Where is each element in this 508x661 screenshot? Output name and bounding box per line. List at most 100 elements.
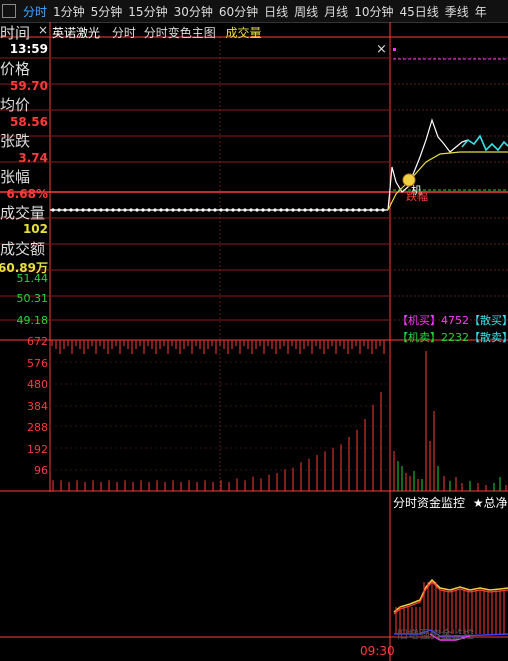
tab-0[interactable]: 分时 <box>20 3 50 20</box>
tab-8[interactable]: 月线 <box>321 3 351 20</box>
price-point <box>285 208 289 212</box>
tab-3[interactable]: 15分钟 <box>125 3 170 20</box>
variant-label[interactable]: 分时变色主图 <box>144 26 216 40</box>
price-line-cyan <box>461 134 508 152</box>
tab-5[interactable]: 60分钟 <box>216 3 261 20</box>
price-point <box>165 208 169 212</box>
price-point <box>63 208 67 212</box>
marker-square <box>393 48 396 51</box>
volume-label: 成交量 <box>0 204 46 222</box>
volume-value: 102 <box>22 222 48 236</box>
price-point <box>243 208 247 212</box>
tab-4[interactable]: 30分钟 <box>171 3 216 20</box>
price-axis-tick: 51.44 <box>16 272 49 285</box>
price-point <box>111 208 115 212</box>
fund-line-yellow <box>393 578 508 613</box>
price-lines <box>50 48 508 212</box>
price-point <box>345 208 349 212</box>
price-point <box>207 208 211 212</box>
tab-10[interactable]: 45日线 <box>396 3 441 20</box>
fund-monitor-title: 分时资金监控 ★总净: <box>393 494 508 511</box>
buy-line: 【机买】4752【散买】 <box>397 312 508 328</box>
tab-12[interactable]: 年 <box>472 3 490 20</box>
amount-label: 成交额 <box>0 240 46 258</box>
tab-1[interactable]: 1分钟 <box>50 3 88 20</box>
price-point <box>219 208 223 212</box>
tab-2[interactable]: 5分钟 <box>88 3 126 20</box>
inst-sell: 【机卖】2232 <box>397 331 469 344</box>
price-point <box>123 208 127 212</box>
tab-11[interactable]: 季线 <box>442 3 472 20</box>
change-label: 张跌 <box>0 132 31 150</box>
price-point <box>369 208 373 212</box>
mode-label[interactable]: 分时 <box>112 26 136 40</box>
tab-7[interactable]: 周线 <box>291 3 321 20</box>
net-total-label: ★总净: <box>472 496 508 510</box>
time-value: 13:59 <box>9 42 48 56</box>
price-point <box>213 208 217 212</box>
price-point <box>57 208 61 212</box>
price-point <box>363 208 367 212</box>
bottom-watermark: 旧增强资金监控 <box>397 628 474 641</box>
volume-bars <box>51 340 507 491</box>
time-label: 时间 <box>0 24 31 42</box>
price-point <box>315 208 319 212</box>
price-point <box>297 208 301 212</box>
price-point <box>69 208 73 212</box>
price-point <box>183 208 187 212</box>
price-point <box>333 208 337 212</box>
price-point <box>357 208 361 212</box>
price-point <box>261 208 265 212</box>
fund-monitor-label: 分时资金监控 <box>393 496 466 510</box>
price-value: 59.70 <box>10 79 48 93</box>
price-point <box>255 208 259 212</box>
price-point <box>201 208 205 212</box>
price-point <box>237 208 241 212</box>
time-axis-label: 09:30 <box>360 644 395 658</box>
stock-name: 英诺激光 <box>52 26 101 40</box>
volume-axis-tick: 96 <box>34 464 48 477</box>
price-point <box>375 208 379 212</box>
price-point <box>327 208 331 212</box>
price-point <box>99 208 103 212</box>
close-icon[interactable]: × <box>38 23 48 37</box>
price-point <box>351 208 355 212</box>
retail-buy: 【散买】 <box>469 314 508 327</box>
menu-square-icon[interactable] <box>2 4 16 18</box>
price-point <box>159 208 163 212</box>
marker-text-2: 跌幅 <box>406 190 428 203</box>
period-tab-bar: 分时 1分钟 5分钟 15分钟 30分钟 60分钟 日线 周线 月线 10分钟 45日线 季线年 <box>0 0 508 23</box>
price-point <box>279 208 283 212</box>
price-point <box>309 208 313 212</box>
price-point <box>195 208 199 212</box>
price-point <box>321 208 325 212</box>
volume-indicator-label[interactable]: 成交量 <box>226 26 262 40</box>
change-value: 3.74 <box>18 151 48 165</box>
price-point <box>135 208 139 212</box>
close-icon[interactable]: × <box>376 42 387 57</box>
pct-label: 张幅 <box>0 168 31 186</box>
chart-title: 英诺激光 分时 分时变色主图 成交量 <box>52 24 262 41</box>
avg-label: 均价 <box>0 96 31 114</box>
tab-6[interactable]: 日线 <box>261 3 291 20</box>
fund-line-red <box>393 581 508 615</box>
period-tabs: 分时 1分钟 5分钟 15分钟 30分钟 60分钟 日线 周线 月线 10分钟 45日线 季线年 <box>20 3 490 20</box>
price-point <box>273 208 277 212</box>
price-point <box>189 208 193 212</box>
price-point <box>51 208 55 212</box>
price-axis-tick: 50.31 <box>16 292 49 305</box>
tab-9[interactable]: 10分钟 <box>351 3 396 20</box>
price-point <box>249 208 253 212</box>
pct-value: 6.68% <box>6 187 48 201</box>
volume-axis-tick: 192 <box>27 443 48 456</box>
price-point <box>171 208 175 212</box>
price-point <box>291 208 295 212</box>
price-label: 价格 <box>0 60 31 78</box>
price-point <box>303 208 307 212</box>
price-point <box>87 208 91 212</box>
price-line <box>387 118 469 211</box>
sell-line: 【机卖】2232【散卖】 <box>397 329 508 345</box>
volume-axis-tick: 672 <box>27 335 48 348</box>
price-axis-tick: 49.18 <box>16 314 49 327</box>
price-point <box>117 208 121 212</box>
